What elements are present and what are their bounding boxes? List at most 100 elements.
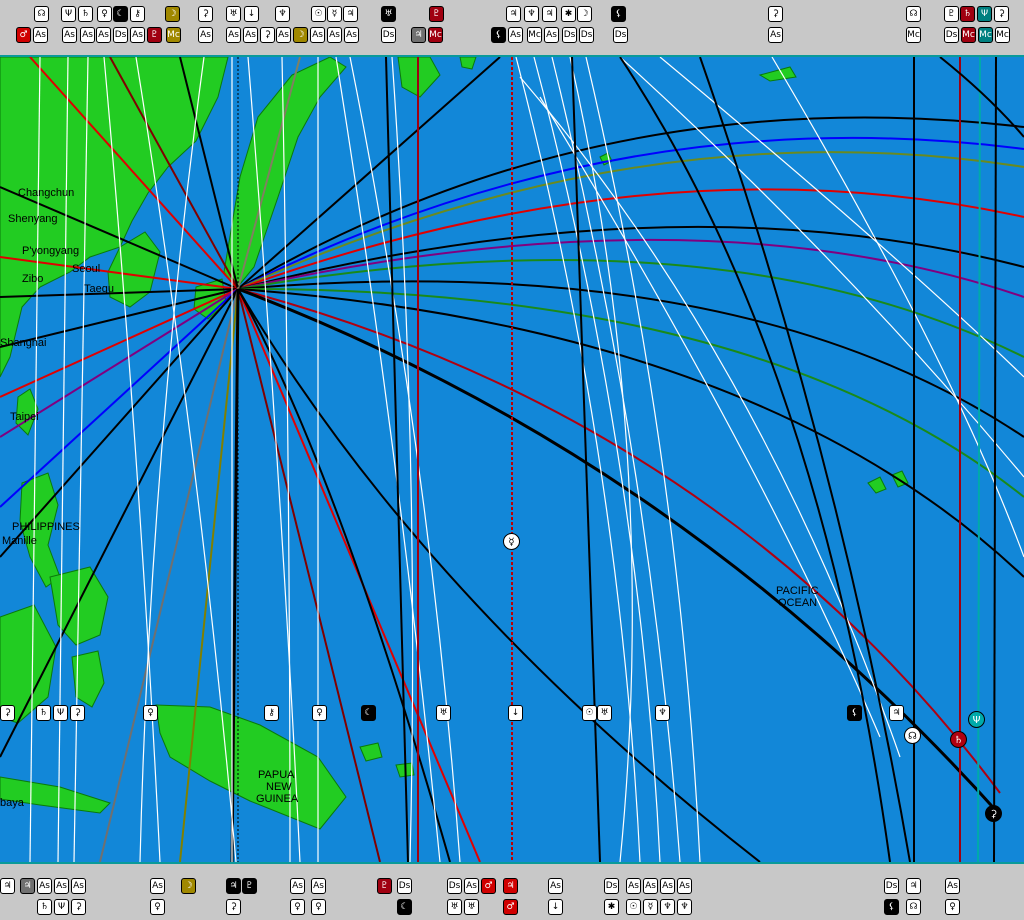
planet-line-tag[interactable]: ♇ bbox=[377, 878, 392, 894]
planet-line-tag[interactable]: As bbox=[344, 27, 359, 43]
planet-line-tag[interactable]: ♂ bbox=[503, 899, 518, 915]
planet-line-tag[interactable]: ♆ bbox=[677, 899, 692, 915]
planet-line-tag[interactable]: ♀ bbox=[143, 705, 158, 721]
planet-line-tag[interactable]: As bbox=[198, 27, 213, 43]
planet-line-tag[interactable]: ♅ bbox=[381, 6, 396, 22]
planet-line-tag[interactable]: ♃ bbox=[343, 6, 358, 22]
planet-line-tag[interactable]: As bbox=[660, 878, 675, 894]
planet-line-tag[interactable]: As bbox=[71, 878, 86, 894]
planet-line-tag[interactable]: Ds bbox=[884, 878, 899, 894]
planet-line-tag[interactable]: ♇ bbox=[147, 27, 162, 43]
planet-line-tag[interactable]: Ψ bbox=[53, 705, 68, 721]
planet-line-tag[interactable]: Mc bbox=[978, 27, 993, 43]
planet-line-tag[interactable]: As bbox=[626, 878, 641, 894]
planet-line-tag[interactable]: ♃ bbox=[503, 878, 518, 894]
planet-line-tag[interactable]: ↓ bbox=[548, 899, 563, 915]
planet-line-tag[interactable]: As bbox=[276, 27, 291, 43]
planet-line-tag[interactable]: ☊ bbox=[906, 899, 921, 915]
crossing-marker[interactable]: ☿ bbox=[503, 533, 520, 550]
planet-line-tag[interactable]: As bbox=[677, 878, 692, 894]
planet-line-tag[interactable]: Mc bbox=[428, 27, 443, 43]
crossing-marker[interactable]: ♄ bbox=[950, 731, 967, 748]
planet-line-tag[interactable]: ☽ bbox=[165, 6, 180, 22]
planet-line-tag[interactable]: ♆ bbox=[524, 6, 539, 22]
planet-line-tag[interactable]: ⚷ bbox=[130, 6, 145, 22]
planet-line-tag[interactable]: ♄ bbox=[78, 6, 93, 22]
planet-line-tag[interactable]: As bbox=[311, 878, 326, 894]
planet-line-tag[interactable]: ♅ bbox=[226, 6, 241, 22]
planet-line-tag[interactable]: ♆ bbox=[660, 899, 675, 915]
planet-line-tag[interactable]: Mc bbox=[995, 27, 1010, 43]
planet-line-tag[interactable]: ♃ bbox=[226, 878, 241, 894]
planet-line-tag[interactable]: As bbox=[80, 27, 95, 43]
planet-line-tag[interactable]: As bbox=[290, 878, 305, 894]
planet-line-tag[interactable]: Mc bbox=[166, 27, 181, 43]
planet-line-tag[interactable]: As bbox=[327, 27, 342, 43]
planet-line-tag[interactable]: ☾ bbox=[113, 6, 128, 22]
planet-line-tag[interactable]: As bbox=[508, 27, 523, 43]
planet-line-tag[interactable]: Ψ bbox=[61, 6, 76, 22]
planet-line-tag[interactable]: ☽ bbox=[181, 878, 196, 894]
planet-line-tag[interactable]: As bbox=[464, 878, 479, 894]
planet-line-tag[interactable]: ↓ bbox=[244, 6, 259, 22]
planet-line-tag[interactable]: ♄ bbox=[37, 899, 52, 915]
planet-line-tag[interactable]: As bbox=[130, 27, 145, 43]
planet-line-tag[interactable]: ⚳ bbox=[70, 705, 85, 721]
planet-line-tag[interactable]: Ds bbox=[579, 27, 594, 43]
planet-line-tag[interactable]: As bbox=[548, 878, 563, 894]
planet-line-tag[interactable]: ⚸ bbox=[884, 899, 899, 915]
planet-line-tag[interactable]: ♀ bbox=[945, 899, 960, 915]
planet-line-tag[interactable]: ☾ bbox=[361, 705, 376, 721]
planet-line-tag[interactable]: ♃ bbox=[542, 6, 557, 22]
planet-line-tag[interactable]: ♆ bbox=[655, 705, 670, 721]
planet-line-tag[interactable]: ♃ bbox=[20, 878, 35, 894]
planet-line-tag[interactable]: As bbox=[945, 878, 960, 894]
planet-line-tag[interactable]: ♄ bbox=[36, 705, 51, 721]
planet-line-tag[interactable]: As bbox=[54, 878, 69, 894]
planet-line-tag[interactable]: As bbox=[62, 27, 77, 43]
planet-line-tag[interactable]: ♀ bbox=[311, 899, 326, 915]
planet-line-tag[interactable]: ⚸ bbox=[847, 705, 862, 721]
planet-line-tag[interactable]: As bbox=[310, 27, 325, 43]
planet-line-tag[interactable]: ⚸ bbox=[611, 6, 626, 22]
planet-line-tag[interactable]: ☿ bbox=[643, 899, 658, 915]
planet-line-tag[interactable]: Mc bbox=[906, 27, 921, 43]
planet-line-tag[interactable]: ☿ bbox=[327, 6, 342, 22]
planet-line-tag[interactable]: ⚳ bbox=[994, 6, 1009, 22]
planet-line-tag[interactable]: ♅ bbox=[597, 705, 612, 721]
planet-line-tag[interactable]: As bbox=[37, 878, 52, 894]
planet-line-tag[interactable]: ♃ bbox=[506, 6, 521, 22]
planet-line-tag[interactable]: ♃ bbox=[411, 27, 426, 43]
planet-line-tag[interactable]: ♂ bbox=[481, 878, 496, 894]
planet-line-tag[interactable]: ♃ bbox=[0, 878, 15, 894]
planet-line-tag[interactable]: As bbox=[544, 27, 559, 43]
planet-line-tag[interactable]: ☊ bbox=[906, 6, 921, 22]
planet-line-tag[interactable]: As bbox=[768, 27, 783, 43]
planet-line-tag[interactable]: Ψ bbox=[54, 899, 69, 915]
planet-line-tag[interactable]: ☉ bbox=[311, 6, 326, 22]
planet-line-tag[interactable]: ♃ bbox=[906, 878, 921, 894]
planet-line-tag[interactable]: ⚳ bbox=[198, 6, 213, 22]
planet-line-tag[interactable]: ⚳ bbox=[71, 899, 86, 915]
planet-line-tag[interactable]: Ds bbox=[944, 27, 959, 43]
planet-line-tag[interactable]: ♅ bbox=[436, 705, 451, 721]
planet-line-tag[interactable]: Ds bbox=[562, 27, 577, 43]
planet-line-tag[interactable]: ☉ bbox=[626, 899, 641, 915]
planet-line-tag[interactable]: As bbox=[96, 27, 111, 43]
planet-line-tag[interactable]: Ds bbox=[447, 878, 462, 894]
planet-line-tag[interactable]: ⚳ bbox=[260, 27, 275, 43]
planet-line-tag[interactable]: Ds bbox=[113, 27, 128, 43]
planet-line-tag[interactable]: Ds bbox=[397, 878, 412, 894]
planet-line-tag[interactable]: ☊ bbox=[34, 6, 49, 22]
planet-line-tag[interactable]: Ds bbox=[381, 27, 396, 43]
planet-line-tag[interactable]: As bbox=[150, 878, 165, 894]
planet-line-tag[interactable]: ♇ bbox=[242, 878, 257, 894]
planet-line-tag[interactable]: ♀ bbox=[97, 6, 112, 22]
planet-line-tag[interactable]: Mc bbox=[527, 27, 542, 43]
planet-line-tag[interactable]: ♅ bbox=[464, 899, 479, 915]
planet-line-tag[interactable]: ♄ bbox=[960, 6, 975, 22]
planet-line-tag[interactable]: ♃ bbox=[889, 705, 904, 721]
crossing-marker[interactable]: ☊ bbox=[904, 727, 921, 744]
planet-line-tag[interactable]: ♀ bbox=[290, 899, 305, 915]
planet-line-tag[interactable]: Ψ bbox=[977, 6, 992, 22]
